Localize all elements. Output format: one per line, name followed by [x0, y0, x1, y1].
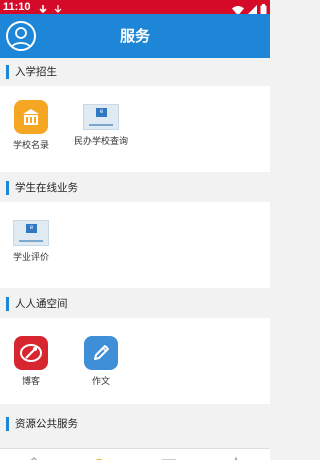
- section-title: 入学招生: [15, 66, 57, 78]
- section-title: 资源公共服务: [15, 418, 78, 430]
- section-accent-bar: [6, 417, 9, 431]
- school-building-icon: [14, 100, 48, 134]
- education-banner-icon: e: [83, 104, 119, 130]
- section-title: 人人通空间: [15, 298, 68, 310]
- section-accent-bar: [6, 181, 9, 195]
- bottom-tab-bar: [0, 448, 270, 460]
- section-title: 学生在线业务: [15, 182, 78, 194]
- section-body-space: 博客 作文: [0, 318, 270, 404]
- tile-label: 民办学校查询: [73, 137, 128, 147]
- tab-profile-icon[interactable]: [224, 451, 248, 460]
- section-body-student-online: e 学业评价: [0, 202, 270, 288]
- blog-icon: [14, 336, 48, 370]
- user-avatar-icon[interactable]: [6, 21, 36, 51]
- section-header-space: 人人通空间: [0, 290, 270, 318]
- section-header-enrollment: 入学招生: [0, 58, 270, 86]
- app-header: 服务: [0, 14, 270, 58]
- pencil-icon: [84, 336, 118, 370]
- status-bar: 11:10: [0, 0, 270, 16]
- section-accent-bar: [6, 297, 9, 311]
- section-body-enrollment: 学校名录 e 民办学校查询: [0, 86, 270, 172]
- tile-label: 作文: [91, 377, 110, 387]
- section-header-resources: 资源公共服务: [0, 410, 270, 438]
- tile-private-school-query[interactable]: e 民办学校查询: [61, 100, 141, 147]
- tile-academic-evaluation[interactable]: e 学业评价: [0, 216, 71, 263]
- section-header-student-online: 学生在线业务: [0, 174, 270, 202]
- status-time: 11:10: [3, 1, 31, 13]
- tab-service-icon[interactable]: [87, 451, 111, 460]
- tab-home-icon[interactable]: [22, 451, 46, 460]
- tab-message-icon[interactable]: [157, 451, 181, 460]
- page-title: 服务: [119, 27, 150, 45]
- education-banner-icon: e: [13, 220, 49, 246]
- tile-composition[interactable]: 作文: [61, 336, 141, 387]
- tile-label: 学业评价: [12, 253, 49, 263]
- section-accent-bar: [6, 65, 9, 79]
